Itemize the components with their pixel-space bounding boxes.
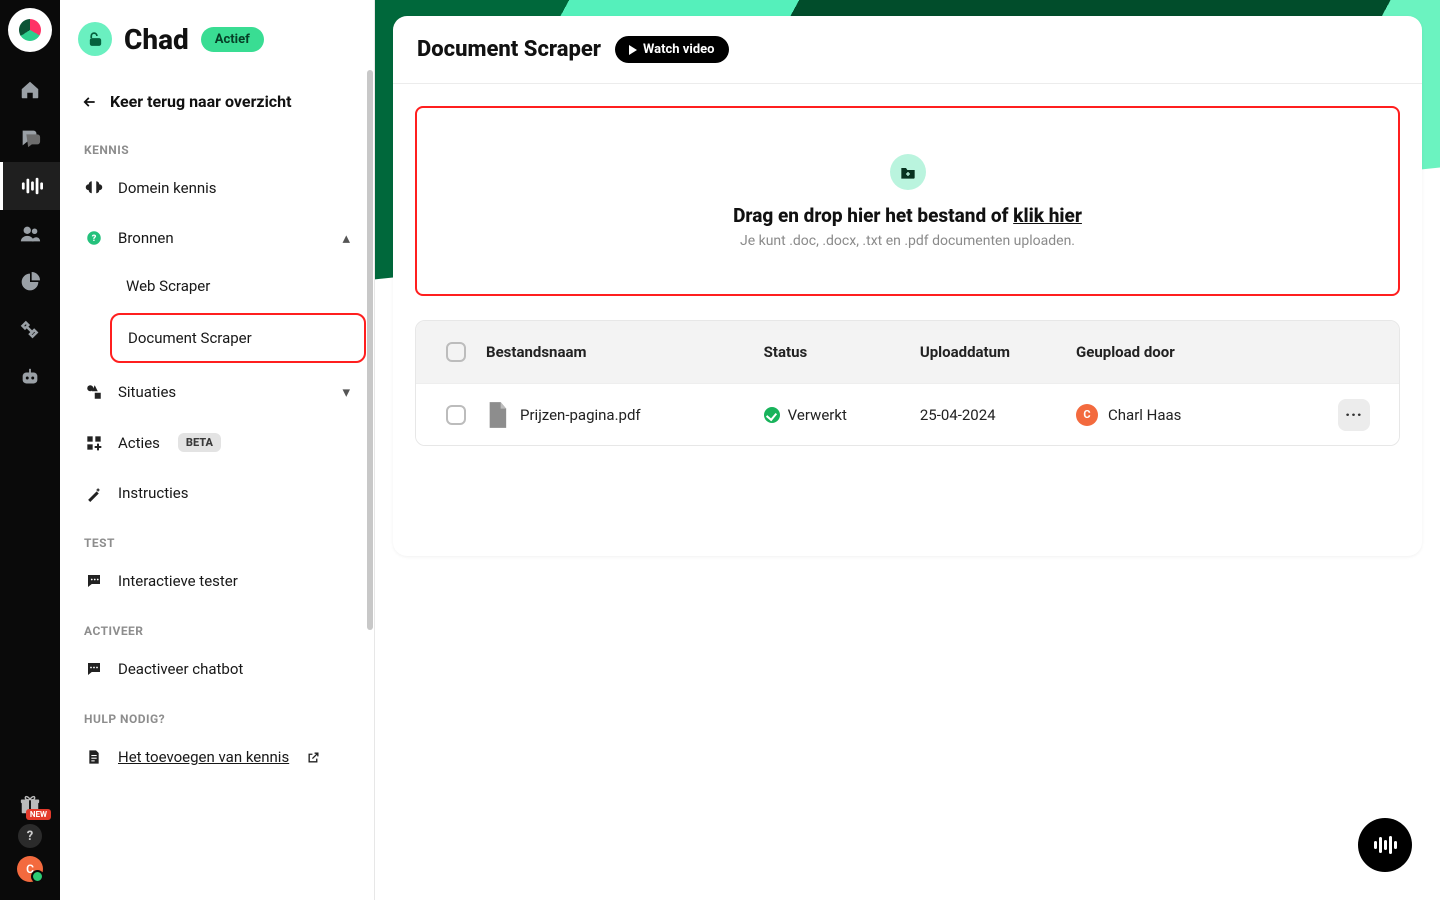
nav-document-scraper[interactable]: Document Scraper — [112, 315, 364, 361]
row-checkbox[interactable] — [446, 405, 466, 425]
sources-icon: ? — [84, 229, 104, 247]
nav-web-scraper[interactable]: Web Scraper — [110, 263, 366, 309]
nav-acties[interactable]: ActiesBETA — [68, 417, 366, 468]
check-circle-icon — [764, 407, 780, 423]
upload-date: 25-04-2024 — [920, 406, 1076, 424]
files-table: Bestandsnaam Status Uploaddatum Geupload… — [415, 320, 1400, 446]
chevron-up-icon: ▴ — [342, 229, 350, 247]
status-text: Verwerkt — [788, 406, 847, 424]
beta-badge: BETA — [178, 433, 221, 452]
file-icon — [486, 402, 508, 428]
nav-help-article[interactable]: Het toevoegen van kennis — [68, 732, 366, 782]
nav-domein-kennis[interactable]: Domein kennis — [68, 163, 366, 213]
back-label: Keer terug naar overzicht — [110, 92, 292, 111]
uploader-avatar: C — [1076, 404, 1098, 426]
col-by: Geupload door — [1076, 343, 1319, 361]
assistant-fab[interactable] — [1358, 818, 1412, 872]
section-kennis: KENNIS — [68, 125, 366, 163]
app-logo[interactable] — [8, 8, 52, 52]
chevron-down-icon: ▾ — [342, 383, 350, 401]
dropzone-title: Drag en drop hier het bestand of klik hi… — [733, 204, 1082, 227]
rail-chat[interactable] — [0, 114, 60, 162]
table-row: Prijzen-pagina.pdf Verwerkt 25-04-2024 C… — [416, 383, 1399, 445]
page-title: Document Scraper — [417, 37, 601, 62]
bot-name: Chad — [124, 23, 189, 56]
wand-icon — [84, 485, 104, 502]
external-link-icon — [307, 751, 320, 764]
rail-bot[interactable] — [0, 354, 60, 402]
file-name: Prijzen-pagina.pdf — [520, 406, 641, 424]
rail-analytics[interactable] — [0, 258, 60, 306]
rail-integrations[interactable] — [0, 306, 60, 354]
chat-icon — [84, 572, 104, 590]
arrow-left-icon — [82, 95, 98, 109]
doc-icon — [84, 748, 104, 766]
col-date: Uploaddatum — [920, 343, 1076, 361]
bot-avatar-icon — [78, 22, 112, 56]
chat-off-icon — [84, 660, 104, 678]
nav-situaties[interactable]: Situaties▾ — [68, 367, 366, 417]
rail-home[interactable] — [0, 66, 60, 114]
rail-knowledge[interactable] — [0, 162, 60, 210]
nav-deactiveer[interactable]: Deactiveer chatbot — [68, 644, 366, 694]
file-dropzone[interactable]: Drag en drop hier het bestand of klik hi… — [415, 106, 1400, 296]
watch-video-button[interactable]: Watch video — [615, 36, 729, 63]
sidebar-scrollbar[interactable] — [367, 70, 373, 630]
grid-plus-icon — [84, 435, 104, 451]
nav-tester[interactable]: Interactieve tester — [68, 556, 366, 606]
rail-people[interactable] — [0, 210, 60, 258]
back-link[interactable]: Keer terug naar overzicht — [68, 78, 366, 125]
select-all-checkbox[interactable] — [446, 342, 466, 362]
brain-icon — [84, 179, 104, 197]
uploader-name: Charl Haas — [1108, 406, 1181, 424]
col-status: Status — [764, 343, 920, 361]
main-card: Document Scraper Watch video Drag en dro… — [393, 16, 1422, 556]
new-badge: NEW — [26, 809, 51, 820]
nav-bronnen[interactable]: ?Bronnen▴ — [68, 213, 366, 263]
row-actions-button[interactable]: ··· — [1338, 399, 1370, 431]
nav-instructies[interactable]: Instructies — [68, 468, 366, 518]
svg-text:?: ? — [92, 234, 97, 244]
col-name: Bestandsnaam — [486, 343, 764, 361]
section-activeer: ACTIVEER — [68, 606, 366, 644]
rail-referral[interactable]: NEW — [19, 794, 41, 816]
folder-plus-icon — [890, 154, 926, 190]
rail-help[interactable]: ? — [18, 824, 42, 848]
rail-avatar[interactable]: C — [17, 856, 43, 882]
shapes-icon — [84, 383, 104, 401]
dropzone-subtitle: Je kunt .doc, .docx, .txt en .pdf docume… — [740, 233, 1075, 249]
section-test: TEST — [68, 518, 366, 556]
section-hulp: HULP NODIG? — [68, 694, 366, 732]
status-pill: Actief — [201, 27, 264, 52]
